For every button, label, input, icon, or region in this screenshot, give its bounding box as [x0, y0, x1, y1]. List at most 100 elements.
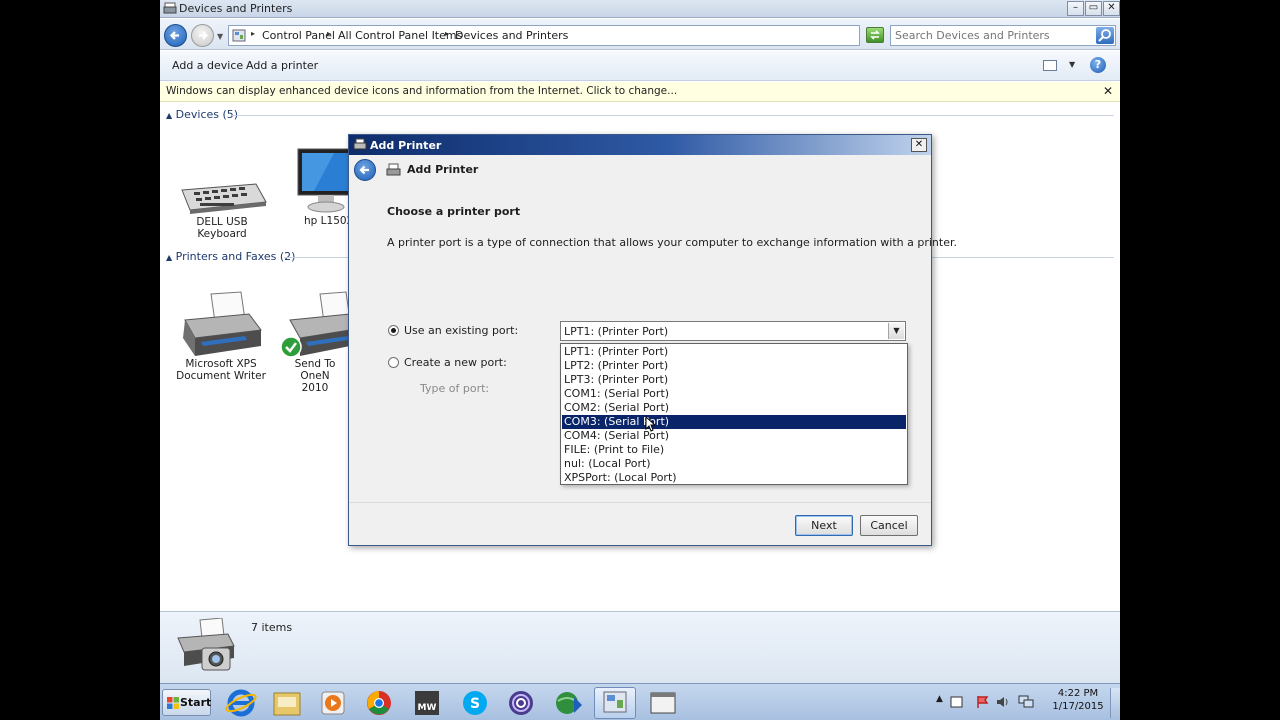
change-view-icon[interactable]: [1043, 60, 1057, 71]
printer-onenote[interactable]: Send To OneN 2010: [280, 290, 350, 394]
devices-group-header[interactable]: ▲ Devices (5): [166, 108, 238, 121]
taskbar-window-app[interactable]: [642, 687, 684, 719]
taskbar-network-app[interactable]: [548, 687, 590, 719]
create-new-port-radio[interactable]: [388, 357, 399, 368]
start-label: Start: [180, 696, 212, 709]
command-bar: Add a device Add a printer ▼ ?: [160, 51, 1120, 81]
port-option[interactable]: LPT3: (Printer Port): [562, 373, 906, 387]
clock[interactable]: 4:22 PM 1/17/2015: [1048, 687, 1108, 713]
port-dropdown-list: LPT1: (Printer Port) LPT2: (Printer Port…: [560, 343, 908, 485]
add-printer-button[interactable]: Add a printer: [246, 59, 318, 72]
dialog-titlebar: Add Printer ✕: [349, 135, 931, 155]
breadcrumb-control-panel[interactable]: Control Panel: [262, 29, 335, 42]
collapse-caret-icon[interactable]: ▲: [166, 253, 172, 262]
create-new-port-label[interactable]: Create a new port:: [404, 356, 507, 369]
existing-port-select[interactable]: LPT1: (Printer Port) ▼: [560, 321, 906, 341]
svg-text:S: S: [470, 696, 480, 712]
port-option[interactable]: COM2: (Serial Port): [562, 401, 906, 415]
info-bar-text[interactable]: Windows can display enhanced device icon…: [166, 85, 677, 97]
device-label: DELL USB Keyboard: [196, 216, 248, 240]
printer-label-line2: 2010: [301, 382, 329, 394]
refresh-button[interactable]: [866, 27, 884, 43]
printer-icon: [183, 291, 262, 356]
port-option-highlighted[interactable]: COM3: (Serial Port): [562, 415, 906, 429]
port-option[interactable]: LPT1: (Printer Port): [562, 345, 906, 359]
details-pane: 7 items: [160, 611, 1120, 683]
default-printer-check-icon: [280, 336, 302, 358]
breadcrumb-chevron-icon[interactable]: ▸: [327, 29, 331, 38]
port-option[interactable]: FILE: (Print to File): [562, 443, 906, 457]
address-bar[interactable]: ▸ Control Panel ▸ All Control Panel Item…: [228, 25, 916, 46]
taskbar-chrome[interactable]: [358, 687, 400, 719]
port-option[interactable]: LPT2: (Printer Port): [562, 359, 906, 373]
security-flag-icon[interactable]: [976, 695, 990, 709]
selected-port-value: LPT1: (Printer Port): [564, 325, 669, 338]
printer-icon: [386, 163, 401, 176]
show-hidden-icons-chevron-icon[interactable]: ▲: [936, 694, 943, 704]
port-option[interactable]: COM1: (Serial Port): [562, 387, 906, 401]
view-options-chevron-icon[interactable]: ▼: [1069, 60, 1075, 69]
printer-label-line1: Send To OneN: [294, 358, 336, 382]
dropdown-chevron-icon[interactable]: ▼: [888, 323, 904, 339]
window-titlebar: Devices and Printers – ▭ ✕: [160, 0, 1120, 18]
internet-explorer-icon: [225, 689, 257, 717]
breadcrumb-chevron-icon[interactable]: ▸: [445, 29, 449, 38]
dialog-back-button[interactable]: [354, 159, 376, 181]
taskbar-skype[interactable]: S: [454, 687, 496, 719]
add-device-button[interactable]: Add a device: [172, 59, 243, 72]
volume-icon[interactable]: [996, 695, 1010, 709]
printers-group-header[interactable]: ▲ Printers and Faxes (2): [166, 250, 295, 263]
mouse-cursor-icon: [645, 416, 655, 432]
maximize-button[interactable]: ▭: [1085, 1, 1102, 16]
show-desktop-button[interactable]: [1110, 688, 1120, 718]
taskbar-mw-app[interactable]: MW: [406, 687, 448, 719]
search-button[interactable]: [1096, 27, 1114, 44]
search-input[interactable]: [895, 28, 1091, 43]
port-option[interactable]: nul: (Local Port): [562, 457, 906, 471]
use-existing-port-radio[interactable]: [388, 325, 399, 336]
breadcrumb-all-items[interactable]: All Control Panel Items: [338, 29, 462, 42]
dialog-body: Choose a printer port A printer port is …: [349, 185, 957, 502]
port-option[interactable]: XPSPort: (Local Port): [562, 471, 906, 485]
chrome-icon: [367, 691, 391, 715]
printer-label-line1: Microsoft XPS: [185, 358, 257, 370]
dialog-close-button[interactable]: ✕: [911, 138, 927, 152]
window-close-button[interactable]: ✕: [1103, 1, 1120, 16]
printer-xps[interactable]: Microsoft XPS Document Writer: [172, 290, 270, 382]
dialog-header: Add Printer: [349, 155, 931, 185]
refresh-icon: [870, 30, 880, 40]
breadcrumb-devices-printers[interactable]: Devices and Printers: [455, 29, 568, 42]
taskbar-internet-explorer[interactable]: [220, 687, 262, 719]
recent-pages-chevron-icon[interactable]: ▼: [217, 32, 223, 41]
forward-button[interactable]: [191, 24, 214, 47]
start-button[interactable]: Start: [162, 689, 211, 716]
next-button[interactable]: Next: [795, 515, 853, 536]
port-option[interactable]: COM4: (Serial Port): [562, 429, 906, 443]
use-existing-port-label[interactable]: Use an existing port:: [404, 324, 518, 337]
help-icon[interactable]: ?: [1090, 57, 1106, 73]
action-center-icon[interactable]: [950, 695, 964, 709]
window-stack-icon: [650, 692, 676, 714]
printer-label-line2: Document Writer: [176, 370, 266, 382]
collapse-caret-icon[interactable]: ▲: [166, 111, 172, 120]
control-panel-icon: [603, 691, 627, 713]
media-player-icon: [321, 691, 345, 715]
taskbar-media-app[interactable]: [500, 687, 542, 719]
device-keyboard[interactable]: DELL USB Keyboard: [172, 172, 272, 240]
taskbar-media-player[interactable]: [312, 687, 354, 719]
clock-date: 1/17/2015: [1052, 701, 1104, 712]
breadcrumb-chevron-icon[interactable]: ▸: [251, 29, 255, 38]
desktop-screen: Devices and Printers – ▭ ✕ ▼ ▸ Control P…: [160, 0, 1120, 720]
network-icon[interactable]: [1018, 695, 1034, 709]
forward-arrow-icon: [199, 31, 209, 40]
back-button[interactable]: [164, 24, 187, 47]
windows-logo-icon: [167, 697, 179, 709]
info-bar[interactable]: Windows can display enhanced device icon…: [160, 82, 1120, 102]
search-box[interactable]: [890, 25, 1116, 46]
taskbar-control-panel[interactable]: [594, 687, 636, 719]
keyboard-icon: [181, 183, 267, 214]
info-bar-close-icon[interactable]: ✕: [1103, 84, 1113, 98]
cancel-button[interactable]: Cancel: [860, 515, 918, 536]
minimize-button[interactable]: –: [1067, 1, 1084, 16]
taskbar-explorer[interactable]: [266, 687, 308, 719]
